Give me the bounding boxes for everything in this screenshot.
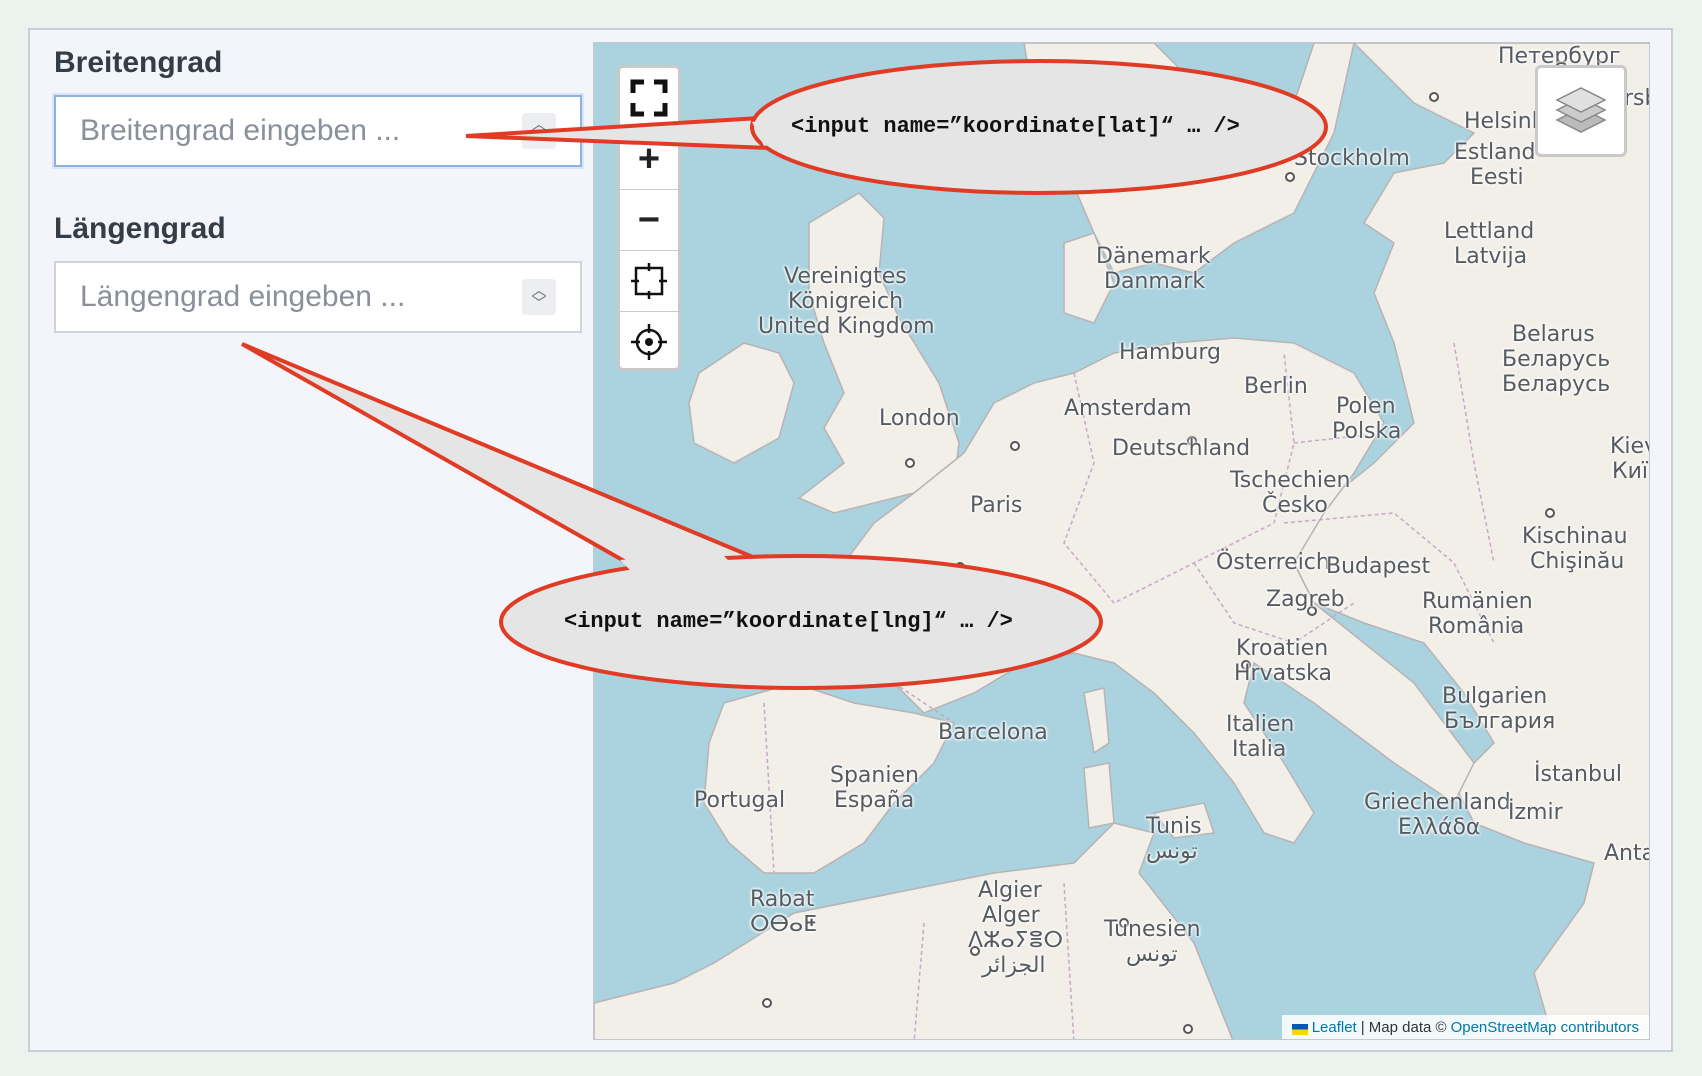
lng-callout-text: <input name=”koordinate[lng]“ … /> [564,609,1013,634]
lat-callout-text: <input name=”koordinate[lat]“ … /> [791,114,1240,139]
annotation-overlay [241,59,1328,690]
